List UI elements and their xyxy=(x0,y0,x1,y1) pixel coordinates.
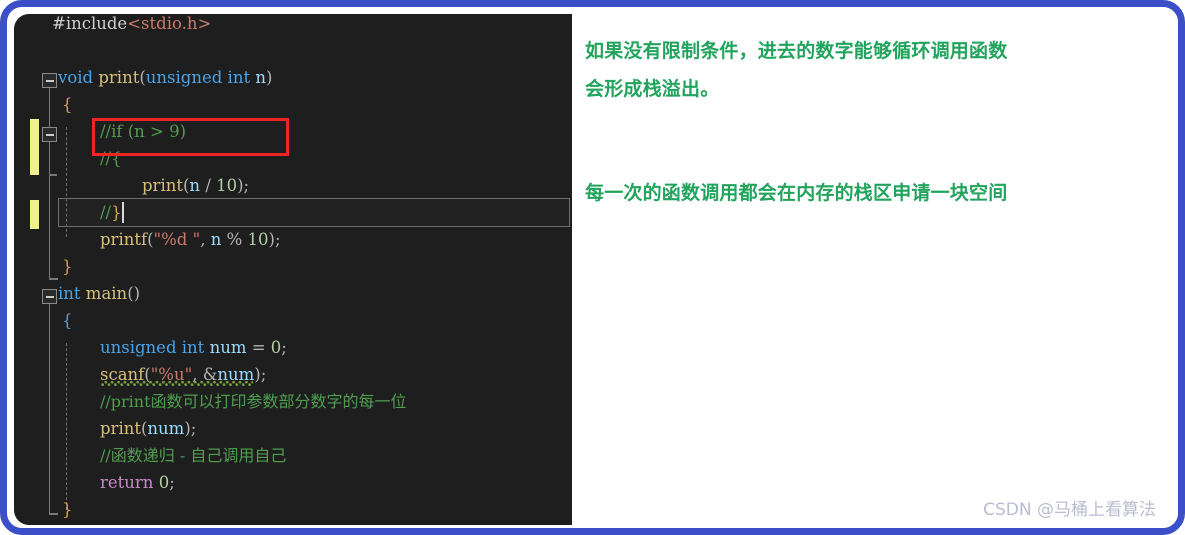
fold-foot-main-function xyxy=(48,513,58,515)
code-line-declare-num: unsigned int num = 0; xyxy=(100,338,287,357)
csdn-watermark: CSDN @马桶上看算法 xyxy=(983,500,1156,520)
code-line-comment-open-brace: //{ xyxy=(100,149,122,168)
code-line-comment-if: //if (n > 9) xyxy=(100,122,187,141)
code-line-printf: printf("%d ", n % 10); xyxy=(100,230,281,249)
code-line-print-close-brace: } xyxy=(62,257,73,276)
code-line-print-signature: void print(unsigned int n) xyxy=(58,68,273,87)
current-line-highlight xyxy=(58,198,570,227)
code-line-return: return 0; xyxy=(100,473,175,492)
code-line-comment-print-cn: //print函数可以打印参数部分数字的每一位 xyxy=(100,392,407,411)
code-line-comment-recursion-cn: //函数递归 - 自己调用自己 xyxy=(100,446,287,465)
code-line-call-print: print(num); xyxy=(100,419,197,438)
code-line-include: #include<stdio.h> xyxy=(52,14,212,33)
code-line-main-close-brace: } xyxy=(62,500,73,519)
indent-guide-main-body xyxy=(66,343,67,510)
change-bar-2 xyxy=(30,200,39,229)
fold-line-main-function xyxy=(48,304,51,515)
fold-line-print-function xyxy=(48,88,51,280)
change-bar-1 xyxy=(30,119,39,175)
fold-toggle-main-function[interactable] xyxy=(42,289,57,304)
code-line-recursive-call: print(n / 10); xyxy=(142,176,250,195)
code-line-main-open-brace: { xyxy=(62,311,73,330)
code-editor-panel[interactable]: #include<stdio.h> void print(unsigned in… xyxy=(14,14,572,525)
annotation-pane: 如果没有限制条件，进去的数字能够循环调用函数 会形成栈溢出。 每一次的函数调用都… xyxy=(585,14,1178,525)
code-line-main-signature: int main() xyxy=(58,284,141,303)
fold-toggle-print-function[interactable] xyxy=(42,73,57,88)
annotation-text-1: 如果没有限制条件，进去的数字能够循环调用函数 会形成栈溢出。 xyxy=(585,40,1008,100)
error-squiggle-scanf xyxy=(101,381,253,386)
fold-foot-if-block xyxy=(48,174,57,176)
annotation-text-2: 每一次的函数调用都会在内存的栈区申请一块空间 xyxy=(585,182,1008,204)
fold-foot-print-function xyxy=(48,278,58,280)
fold-toggle-if-block[interactable] xyxy=(42,127,57,142)
code-surface[interactable]: #include<stdio.h> void print(unsigned in… xyxy=(14,14,572,525)
text-caret xyxy=(122,202,124,223)
code-line-print-open-brace: { xyxy=(62,95,73,114)
outer-blue-frame: #include<stdio.h> void print(unsigned in… xyxy=(0,0,1185,535)
fold-line-if-block xyxy=(48,142,51,176)
